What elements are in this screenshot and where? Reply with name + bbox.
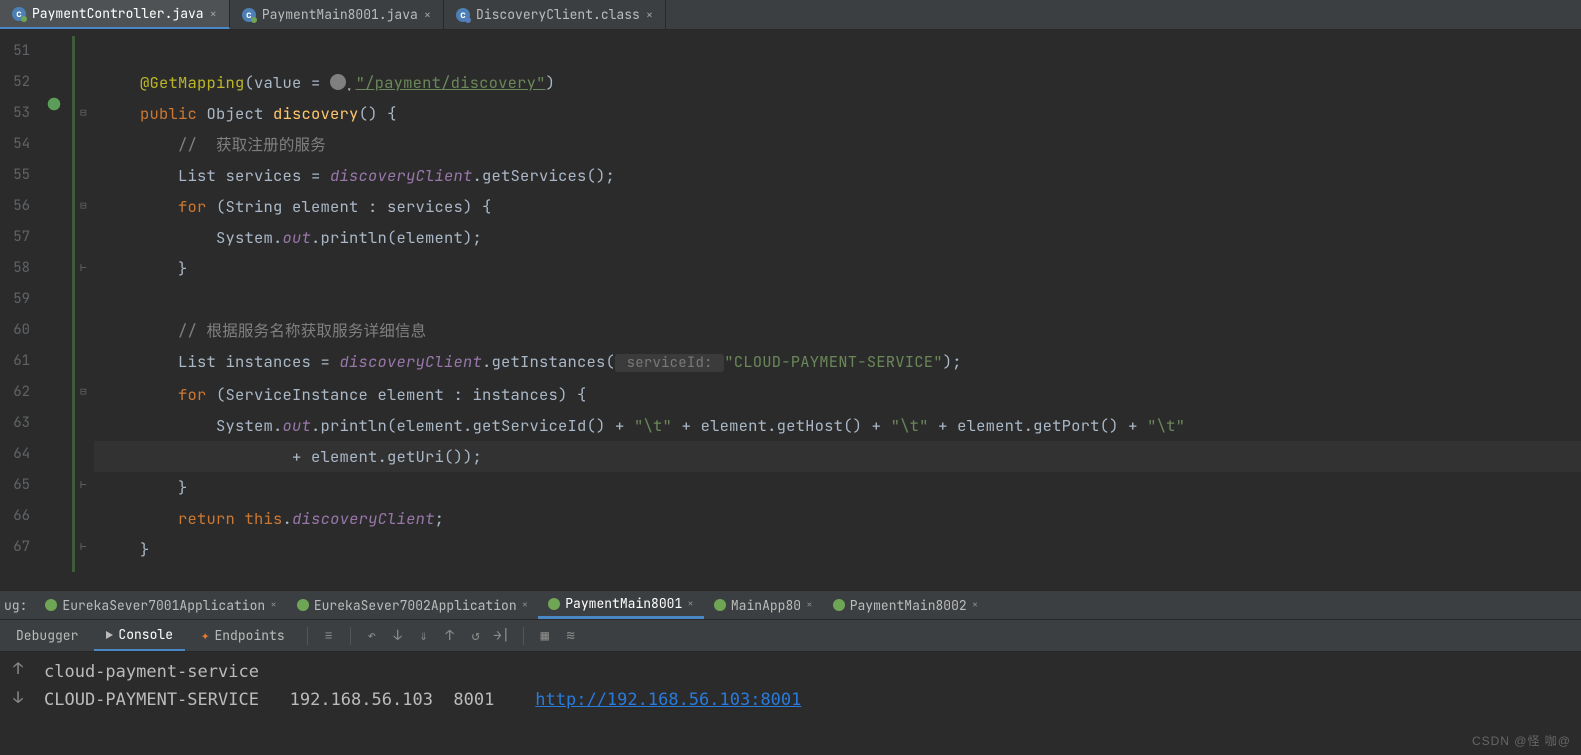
run-config-tab[interactable]: MainApp80 ×	[704, 591, 823, 619]
close-icon[interactable]: ×	[270, 598, 277, 612]
run-configurations-bar: ug: EurekaSever7001Application×EurekaSev…	[0, 590, 1581, 620]
console-panel: ↑ ↓ cloud-payment-service CLOUD-PAYMENT-…	[0, 652, 1581, 755]
run-tab-label: PaymentMain8002	[850, 597, 967, 614]
fold-toggle[interactable]: ⊟	[80, 191, 94, 222]
fold-toggle[interactable]: ⊟	[80, 377, 94, 408]
console-output[interactable]: cloud-payment-service CLOUD-PAYMENT-SERV…	[36, 652, 1581, 755]
step-out-button[interactable]: ↑	[439, 625, 461, 647]
debug-toolbar: Debugger Console ✦Endpoints ≡ ↶ ↓ ⇓ ↑ ↺ …	[0, 620, 1581, 652]
close-icon[interactable]: ×	[424, 7, 431, 23]
run-config-tab[interactable]: EurekaSever7001Application ×	[35, 591, 286, 619]
close-icon[interactable]: ×	[687, 597, 694, 611]
editor-tab[interactable]: c PaymentController.java ×	[0, 0, 230, 29]
console-link[interactable]: http://192.168.56.103:8001	[535, 690, 801, 710]
fold-end[interactable]: ⊢	[80, 470, 94, 501]
close-icon[interactable]: ×	[972, 598, 979, 612]
run-icon	[297, 599, 309, 611]
close-icon[interactable]: ×	[210, 6, 217, 22]
fold-end[interactable]: ⊢	[80, 532, 94, 563]
run-config-tab[interactable]: PaymentMain8001 ×	[538, 591, 704, 619]
run-config-tab[interactable]: PaymentMain8002 ×	[823, 591, 989, 619]
run-icon	[714, 599, 726, 611]
play-icon	[106, 631, 113, 639]
settings-button[interactable]: ≋	[560, 625, 582, 647]
change-marker	[70, 30, 80, 590]
tab-label: PaymentController.java	[32, 5, 204, 22]
file-icon: c	[242, 8, 256, 22]
run-tab-label: EurekaSever7001Application	[62, 597, 265, 614]
run-config-tab[interactable]: EurekaSever7002Application ×	[287, 591, 538, 619]
watermark: CSDN @怪 咖@	[1472, 732, 1571, 749]
layout-button[interactable]: ≡	[318, 625, 340, 647]
editor-tab[interactable]: c DiscoveryClient.class ×	[444, 0, 666, 29]
run-icon	[833, 599, 845, 611]
code-area[interactable]: @GetMapping(value = "/payment/discovery"…	[94, 30, 1581, 590]
spring-run-icon[interactable]	[46, 96, 62, 112]
debug-label: ug:	[0, 597, 35, 614]
step-over-button[interactable]: ↶	[361, 625, 383, 647]
scroll-down-icon[interactable]: ↓	[13, 687, 23, 708]
close-icon[interactable]: ×	[646, 7, 653, 23]
flame-icon: ✦	[201, 627, 209, 645]
run-tab-label: MainApp80	[731, 597, 801, 614]
editor: 5152535455565758596061626364656667 ⊟ ⊟ ⊢…	[0, 30, 1581, 590]
close-icon[interactable]: ×	[806, 598, 813, 612]
scroll-up-icon[interactable]: ↑	[13, 658, 23, 679]
globe-icon[interactable]	[330, 74, 346, 90]
editor-tabs: c PaymentController.java × c PaymentMain8001…	[0, 0, 1581, 30]
file-icon: c	[456, 8, 470, 22]
file-icon: c	[12, 7, 26, 21]
step-into-button[interactable]: ↓	[387, 625, 409, 647]
run-tab-label: PaymentMain8001	[565, 595, 682, 612]
run-to-cursor-button[interactable]: →|	[491, 625, 513, 647]
console-tab[interactable]: Console	[94, 620, 185, 651]
force-step-into-button[interactable]: ⇓	[413, 625, 435, 647]
tab-label: PaymentMain8001.java	[262, 6, 418, 23]
tab-label: DiscoveryClient.class	[476, 6, 640, 23]
fold-toggle[interactable]: ⊟	[80, 98, 94, 129]
editor-tab[interactable]: c PaymentMain8001.java ×	[230, 0, 444, 29]
line-number-gutter: 5152535455565758596061626364656667	[0, 30, 40, 590]
evaluate-button[interactable]: ▦	[534, 625, 556, 647]
run-tab-label: EurekaSever7002Application	[314, 597, 517, 614]
close-icon[interactable]: ×	[522, 598, 529, 612]
fold-gutter: ⊟ ⊟ ⊢ ⊟ ⊢ ⊢	[80, 30, 94, 590]
run-icon	[548, 598, 560, 610]
console-side-toolbar: ↑ ↓	[0, 652, 36, 755]
run-icon	[45, 599, 57, 611]
endpoints-tab[interactable]: ✦Endpoints	[189, 620, 297, 651]
drop-frame-button[interactable]: ↺	[465, 625, 487, 647]
fold-end[interactable]: ⊢	[80, 253, 94, 284]
gutter-icons	[40, 30, 70, 590]
debugger-tab[interactable]: Debugger	[4, 620, 90, 651]
